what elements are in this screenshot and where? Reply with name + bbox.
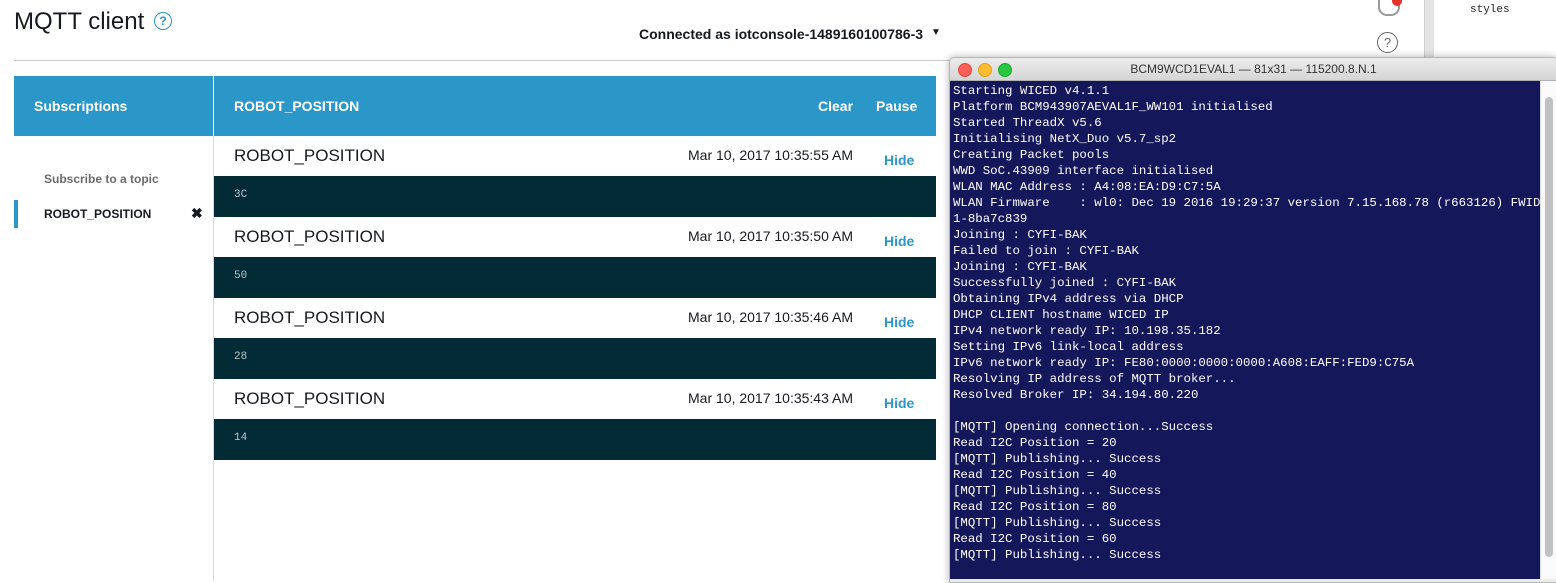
terminal-output[interactable]: Starting WICED v4.1.1 Platform BCM943907A… (950, 81, 1555, 579)
terminal-line: DHCP CLIENT hostname WICED IP (953, 308, 1169, 322)
clear-button[interactable]: Clear (818, 98, 853, 114)
terminal-line: Started ThreadX v5.6 (953, 116, 1102, 130)
terminal-line: Setting IPv6 link-local address (953, 340, 1184, 354)
message-timestamp: Mar 10, 2017 10:35:50 AM (688, 228, 853, 244)
message-item: ROBOT_POSITION Mar 10, 2017 10:35:55 AM … (214, 136, 936, 217)
subscriptions-header-label: Subscriptions (34, 98, 128, 114)
terminal-line: Platform BCM943907AEVAL1F_WW101 initiali… (953, 100, 1273, 114)
pause-button[interactable]: Pause (876, 98, 917, 114)
message-timestamp: Mar 10, 2017 10:35:46 AM (688, 309, 853, 325)
terminal-line: [MQTT] Opening connection...Success (953, 420, 1214, 434)
messages-header: ROBOT_POSITION Clear Pause (214, 76, 936, 136)
help-icon[interactable]: ? (154, 12, 172, 30)
message-payload: 28 (234, 351, 248, 363)
terminal-line: Failed to join : CYFI-BAK (953, 244, 1139, 258)
message-topic: ROBOT_POSITION (234, 389, 386, 408)
terminal-line: Read I2C Position = 40 (953, 468, 1117, 482)
terminal-lines: Starting WICED v4.1.1 Platform BCM943907A… (953, 83, 1555, 563)
terminal-line: WWD SoC.43909 interface initialised (953, 164, 1214, 178)
help-circle-icon[interactable]: ? (1377, 32, 1398, 53)
message-payload: 3C (234, 189, 248, 201)
messages-topic-title: ROBOT_POSITION (234, 98, 360, 114)
notification-badge (1392, 0, 1402, 6)
terminal-line: 1-8ba7c839 (953, 212, 1028, 226)
terminal-line: Joining : CYFI-BAK (953, 260, 1087, 274)
terminal-title: BCM9WCD1EVAL1 — 81x31 — 115200.8.N.1 (1130, 62, 1377, 76)
terminal-line: [MQTT] Publishing... Success (953, 516, 1162, 530)
terminal-line: [MQTT] Publishing... Success (953, 484, 1162, 498)
terminal-scrollbar[interactable] (1540, 81, 1556, 579)
terminal-line: Creating Packet pools (953, 148, 1110, 162)
terminal-line: Read I2C Position = 60 (953, 532, 1117, 546)
terminal-line: WLAN MAC Address : A4:08:EA:D9:C7:5A (953, 180, 1221, 194)
terminal-window[interactable]: BCM9WCD1EVAL1 — 81x31 — 115200.8.N.1 Sta… (949, 57, 1556, 583)
styles-tab-label[interactable]: styles (1470, 4, 1510, 16)
hide-button[interactable]: Hide (884, 233, 914, 249)
message-payload: 14 (234, 432, 248, 444)
subscription-item-label[interactable]: ROBOT_POSITION (44, 207, 151, 221)
page-title: MQTT client (14, 8, 145, 35)
terminal-line: Resolving IP address of MQTT broker... (953, 372, 1236, 386)
hide-button[interactable]: Hide (884, 395, 914, 411)
terminal-line: Starting WICED v4.1.1 (953, 84, 1110, 98)
connection-status[interactable]: Connected as iotconsole-1489160100786-3 (639, 26, 923, 42)
subscriptions-header: Subscriptions (14, 76, 213, 136)
header-divider (14, 60, 950, 61)
message-topic: ROBOT_POSITION (234, 227, 386, 246)
chevron-down-icon[interactable]: ▼ (931, 27, 941, 38)
message-topic: ROBOT_POSITION (234, 308, 386, 327)
message-timestamp: Mar 10, 2017 10:35:55 AM (688, 147, 853, 163)
terminal-line: IPv6 network ready IP: FE80:0000:0000:00… (953, 356, 1415, 370)
active-indicator (14, 200, 18, 228)
subscription-item[interactable]: ROBOT_POSITION ✖ (14, 200, 213, 228)
message-item: ROBOT_POSITION Mar 10, 2017 10:35:50 AM … (214, 217, 936, 298)
terminal-line: WLAN Firmware : wl0: Dec 19 2016 19:29:3… (953, 196, 1556, 210)
subscribe-to-topic-link[interactable]: Subscribe to a topic (44, 172, 159, 186)
terminal-line: Successfully joined : CYFI-BAK (953, 276, 1177, 290)
scrollbar-thumb[interactable] (1545, 97, 1553, 557)
terminal-line: Obtaining IPv4 address via DHCP (953, 292, 1184, 306)
terminal-line: [MQTT] Publishing... Success (953, 548, 1162, 562)
message-header: ROBOT_POSITION Mar 10, 2017 10:35:55 AM … (214, 136, 936, 176)
subscriptions-panel: Subscribe to a topic ROBOT_POSITION ✖ (14, 136, 214, 581)
terminal-line: Initialising NetX_Duo v5.7_sp2 (953, 132, 1177, 146)
hide-button[interactable]: Hide (884, 314, 914, 330)
terminal-line: Read I2C Position = 20 (953, 436, 1117, 450)
message-item: ROBOT_POSITION Mar 10, 2017 10:35:46 AM … (214, 298, 936, 379)
message-payload-box: 50 (214, 257, 936, 298)
hide-button[interactable]: Hide (884, 152, 914, 168)
terminal-line: Read I2C Position = 80 (953, 500, 1117, 514)
message-header: ROBOT_POSITION Mar 10, 2017 10:35:50 AM … (214, 217, 936, 257)
message-topic: ROBOT_POSITION (234, 146, 386, 165)
terminal-line: IPv4 network ready IP: 10.198.35.182 (953, 324, 1221, 338)
terminal-line: Resolved Broker IP: 34.194.80.220 (953, 388, 1199, 402)
message-item: ROBOT_POSITION Mar 10, 2017 10:35:43 AM … (214, 379, 936, 460)
message-payload-box: 14 (214, 419, 936, 460)
terminal-titlebar[interactable]: BCM9WCD1EVAL1 — 81x31 — 115200.8.N.1 (950, 58, 1556, 81)
message-header: ROBOT_POSITION Mar 10, 2017 10:35:43 AM … (214, 379, 936, 419)
message-timestamp: Mar 10, 2017 10:35:43 AM (688, 390, 853, 406)
message-payload-box: 28 (214, 338, 936, 379)
message-header: ROBOT_POSITION Mar 10, 2017 10:35:46 AM … (214, 298, 936, 338)
terminal-line: [MQTT] Publishing... Success (953, 452, 1162, 466)
message-payload-box: 3C (214, 176, 936, 217)
message-payload: 50 (234, 270, 248, 282)
terminal-line: Joining : CYFI-BAK (953, 228, 1087, 242)
close-icon[interactable]: ✖ (191, 205, 203, 222)
